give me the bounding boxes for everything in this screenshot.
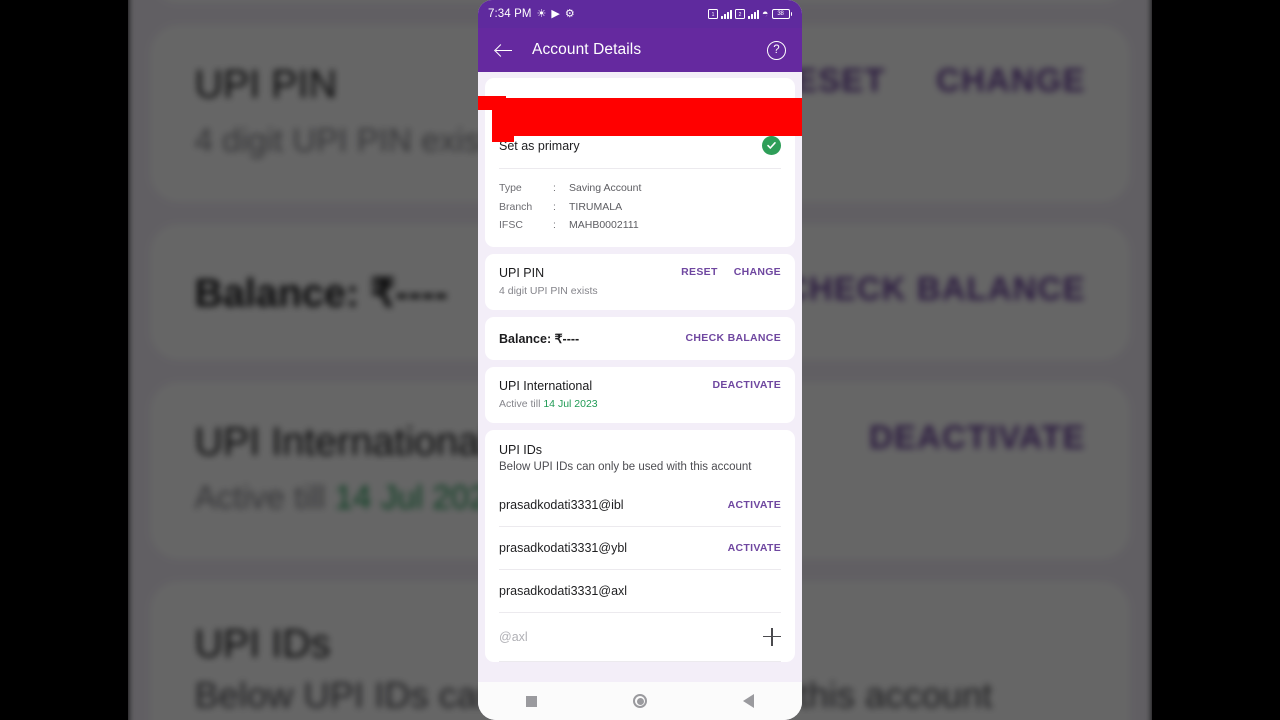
video-record-icon: ▶ (551, 7, 560, 20)
balance-card: Balance: ₹---- CHECK BALANCE (485, 316, 795, 360)
wifi-icon: ◓ (761, 7, 769, 20)
activate-upi-id-button[interactable]: ACTIVATE (728, 542, 781, 554)
account-info-key: IFSC (499, 219, 523, 231)
back-arrow-icon[interactable] (494, 40, 514, 60)
sim1-icon: 1 (707, 9, 718, 19)
reset-pin-button[interactable]: RESET (681, 266, 718, 278)
upi-pin-subtitle: 4 digit UPI PIN exists (499, 284, 598, 297)
signal2-icon (747, 9, 759, 19)
upi-pin-card: UPI PIN 4 digit UPI PIN exists RESET CHA… (485, 253, 795, 310)
account-info-sep: : (553, 200, 556, 213)
upi-international-status: Active till 14 Jul 2023 (499, 398, 598, 410)
square-recents-icon[interactable] (526, 695, 537, 707)
primary-check-icon[interactable] (762, 136, 781, 155)
android-nav-bar (478, 682, 802, 720)
upi-id-value: prasadkodati3331@axl (499, 583, 628, 598)
account-info-key: Type (499, 182, 522, 194)
account-info-sep: : (553, 182, 556, 194)
app-bar: Account Details ? (478, 28, 802, 72)
active-till-prefix: Active till (499, 397, 544, 410)
brightness-icon: ☀ (536, 7, 547, 20)
phone-screen: 7:34 PM ☀ ▶ ⚙ 1 2 ◓ 38 Account Details ? (478, 0, 802, 720)
upi-id-value: prasadkodati3331@ibl (499, 497, 624, 512)
list-item[interactable]: prasadkodati3331@ibl ACTIVATE (485, 484, 795, 526)
triangle-back-icon[interactable] (743, 694, 754, 708)
battery-icon: 38 (771, 9, 792, 19)
upi-international-title: UPI International (499, 378, 593, 393)
account-info-value: Saving Account (569, 182, 642, 194)
balance-label: Balance: ₹---- (499, 331, 580, 346)
upi-pin-title: UPI PIN (499, 265, 545, 280)
new-upi-id-row[interactable]: @axl (485, 613, 795, 661)
account-info-sep: : (553, 219, 556, 231)
new-upi-id-input[interactable]: @axl (499, 630, 528, 644)
upi-ids-subtitle: Below UPI IDs can only be used with this… (499, 460, 752, 473)
account-info-list: Type : Saving Account Branch : TIRUMALA … (485, 169, 795, 247)
upi-ids-title: UPI IDs (499, 442, 543, 457)
circle-home-icon[interactable] (633, 694, 647, 708)
account-info-value: MAHB0002111 (569, 219, 639, 231)
screenshot-stage: 7:34 PM ☀ ▶ ⚙ 1 2 ◓ 38 (0, 0, 1280, 720)
deactivate-button[interactable]: DEACTIVATE (712, 379, 781, 391)
check-balance-button[interactable]: CHECK BALANCE (686, 332, 781, 344)
status-bar: 7:34 PM ☀ ▶ ⚙ 1 2 ◓ 38 (478, 0, 802, 28)
redaction-block (502, 98, 802, 136)
account-info-value: TIRUMALA (569, 200, 623, 213)
account-info-row: Branch : TIRUMALA (499, 198, 781, 217)
sim2-icon: 2 (734, 9, 745, 19)
status-bar-clock: 7:34 PM (488, 8, 532, 20)
upi-id-value: prasadkodati3331@ybl (499, 540, 628, 555)
page-title: Account Details (532, 41, 642, 58)
signal1-icon (720, 9, 732, 19)
account-info-row: IFSC : MAHB0002111 (499, 216, 781, 235)
divider (499, 660, 781, 662)
account-info-row: Type : Saving Account (499, 179, 781, 198)
list-item[interactable]: prasadkodati3331@ybl ACTIVATE (485, 527, 795, 569)
activate-upi-id-button[interactable]: ACTIVATE (728, 499, 781, 511)
change-pin-button[interactable]: CHANGE (734, 266, 781, 278)
screen-body[interactable]: Set as primary Type : Saving Account Bra… (478, 72, 802, 720)
active-till-date: 14 Jul 2023 (543, 397, 598, 410)
help-circle-icon[interactable]: ? (767, 40, 786, 60)
battery-level-label: 38 (771, 9, 790, 19)
upi-ids-card: UPI IDs Below UPI IDs can only be used w… (485, 429, 795, 662)
upi-international-card: UPI International Active till 14 Jul 202… (485, 366, 795, 423)
plus-icon[interactable] (763, 627, 781, 646)
account-info-key: Branch (499, 200, 533, 213)
gear-icon: ⚙ (564, 7, 575, 20)
list-item[interactable]: prasadkodati3331@axl (485, 570, 795, 612)
